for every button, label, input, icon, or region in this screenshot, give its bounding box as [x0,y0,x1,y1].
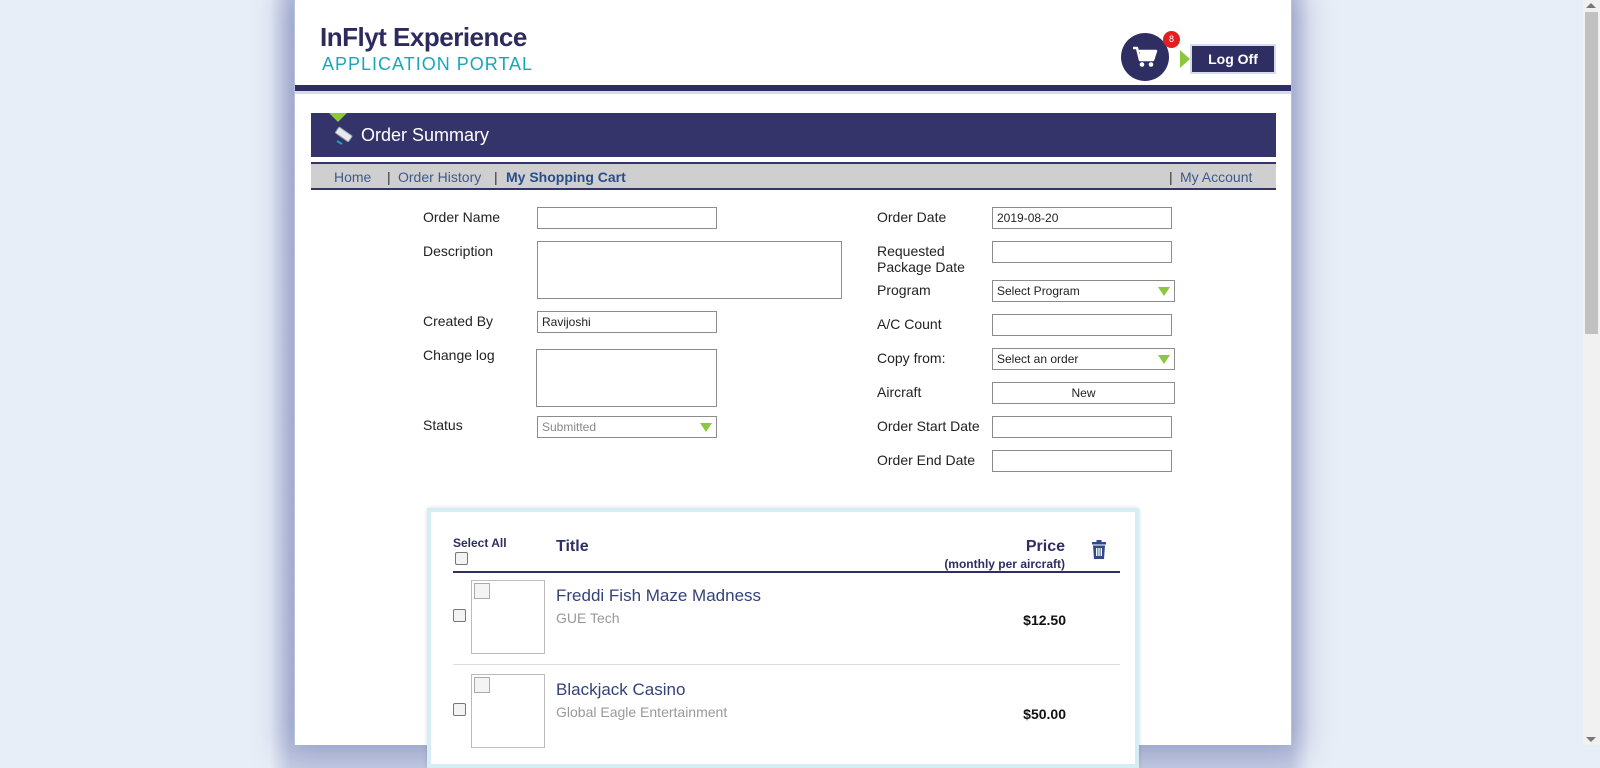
requested-date-label-line1: Requested [877,243,945,259]
scroll-down-arrow-icon[interactable] [1586,737,1596,742]
nav-separator: | [494,169,498,185]
copy-from-label: Copy from: [877,350,946,366]
status-label: Status [423,417,463,433]
cart-button[interactable] [1121,33,1169,81]
arrow-right-icon [1180,50,1190,68]
order-start-date-input[interactable] [992,416,1172,438]
chevron-down-icon [1158,287,1170,296]
select-all-checkbox[interactable] [455,552,468,565]
order-date-input[interactable] [992,207,1172,229]
program-select[interactable]: Select Program [992,280,1175,302]
shopping-cart-icon [1133,46,1158,67]
created-by-label: Created By [423,313,494,329]
chevron-down-icon [1158,355,1170,364]
aircraft-new-button[interactable]: New [992,382,1175,404]
title-notch [329,113,347,122]
status-select[interactable]: Submitted [537,416,717,438]
ac-count-input[interactable] [992,314,1172,336]
order-end-date-label: Order End Date [877,452,976,468]
program-value: Select Program [997,284,1080,298]
copy-from-value: Select an order [997,352,1079,366]
vertical-scrollbar[interactable] [1583,0,1600,745]
product-vendor: GUE Tech [556,610,620,626]
change-log-label: Change log [423,347,495,363]
product-price: $50.00 [1023,706,1066,722]
nav-bar: Home | Order History | My Shopping Cart … [311,162,1276,190]
price-column-subheader: (monthly per aircraft) [944,557,1065,571]
page-title-bar: Order Summary [311,113,1276,157]
description-textarea[interactable] [537,241,842,299]
nav-separator: | [1169,169,1173,185]
program-label: Program [877,282,931,298]
description-label: Description [423,243,494,259]
status-value: Submitted [542,420,597,434]
logo-title: InFlyt Experience [320,22,527,52]
page-container: InFlyt Experience APPLICATION PORTAL 8 L… [294,0,1292,768]
broken-image-icon [474,583,490,599]
chevron-down-icon [700,423,712,432]
nav-order-history[interactable]: Order History [398,169,481,185]
page-title: Order Summary [361,125,490,145]
product-price: $12.50 [1023,612,1066,628]
scroll-up-arrow-icon[interactable] [1586,3,1596,8]
header-divider [453,571,1120,573]
ac-count-label: A/C Count [877,316,942,332]
broken-image-icon [474,677,490,693]
order-date-label: Order Date [877,209,947,225]
requested-date-label-line2: Package Date [877,259,965,275]
item-checkbox[interactable] [453,609,466,622]
order-start-date-label: Order Start Date [877,418,980,434]
nav-shopping-cart[interactable]: My Shopping Cart [506,169,626,185]
order-name-input[interactable] [537,207,717,229]
trash-icon[interactable] [1091,540,1107,559]
cart-panel: Select All Title Price (monthly per airc… [427,508,1139,768]
product-thumbnail [471,674,545,748]
nav-separator: | [387,169,391,185]
product-thumbnail [471,580,545,654]
header-divider-light [295,91,1291,94]
scrollbar-thumb[interactable] [1585,12,1598,334]
nav-home[interactable]: Home [334,169,371,185]
product-title[interactable]: Blackjack Casino [556,680,685,700]
order-name-label: Order Name [423,209,501,225]
order-end-date-input[interactable] [992,450,1172,472]
select-all-label: Select All [453,536,507,550]
item-checkbox[interactable] [453,703,466,716]
requested-date-label: Requested Package Date [877,243,965,275]
title-column-header: Title [556,538,589,555]
price-column-header: Price [1025,538,1065,555]
product-title[interactable]: Freddi Fish Maze Madness [556,586,761,606]
tablet-pen-icon [335,126,353,145]
aircraft-label: Aircraft [877,384,922,400]
copy-from-select[interactable]: Select an order [992,348,1175,370]
logo-subtitle: APPLICATION PORTAL [322,54,534,74]
cart-count-badge: 8 [1163,31,1180,48]
header: InFlyt Experience APPLICATION PORTAL 8 L… [295,0,1291,85]
created-by-input[interactable] [537,311,717,333]
product-vendor: Global Eagle Entertainment [556,704,728,720]
logoff-button[interactable]: Log Off [1192,46,1274,72]
change-log-textarea[interactable] [536,349,717,407]
nav-my-account[interactable]: My Account [1180,169,1252,185]
requested-date-input[interactable] [992,241,1172,263]
row-divider [453,664,1120,665]
